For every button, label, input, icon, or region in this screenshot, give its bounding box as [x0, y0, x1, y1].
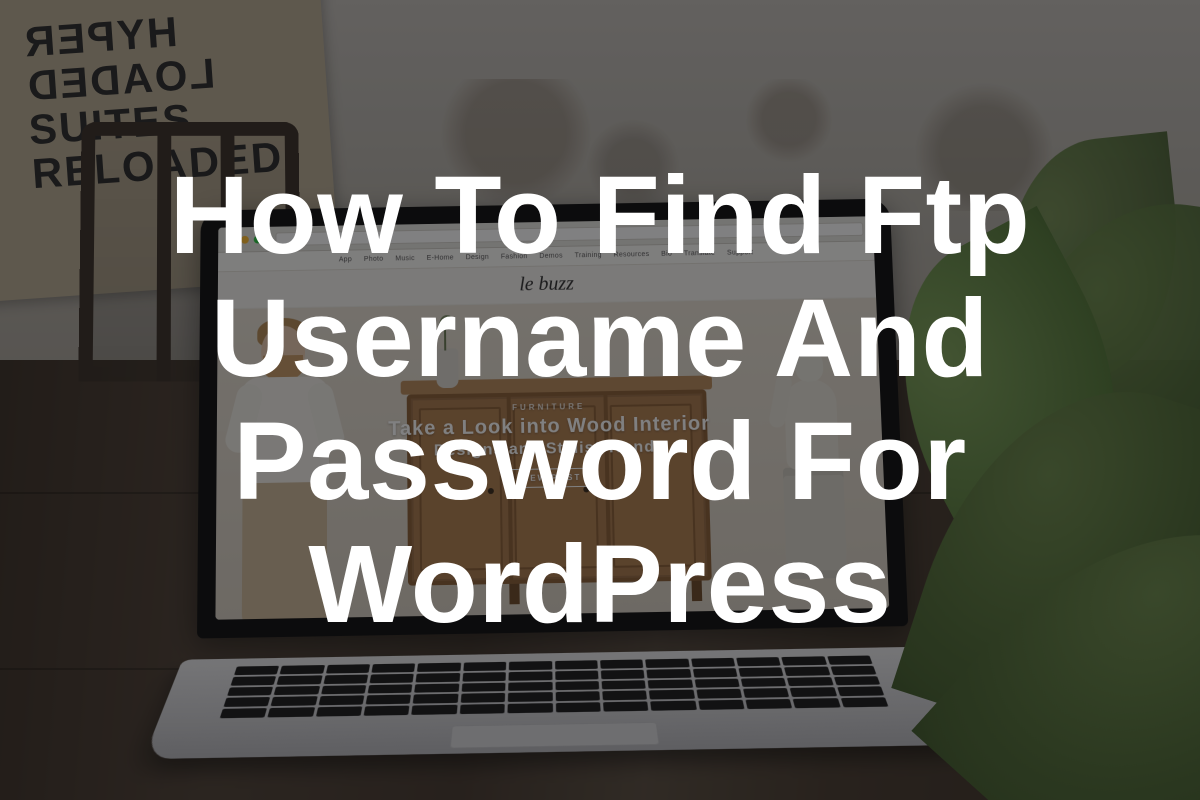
- scene-root: HYPER LOADED SUITES RELOADED App Photo: [0, 0, 1200, 800]
- title-overlay: How To Find Ftp Username And Password Fo…: [0, 0, 1200, 800]
- page-title: How To Find Ftp Username And Password Fo…: [60, 154, 1140, 647]
